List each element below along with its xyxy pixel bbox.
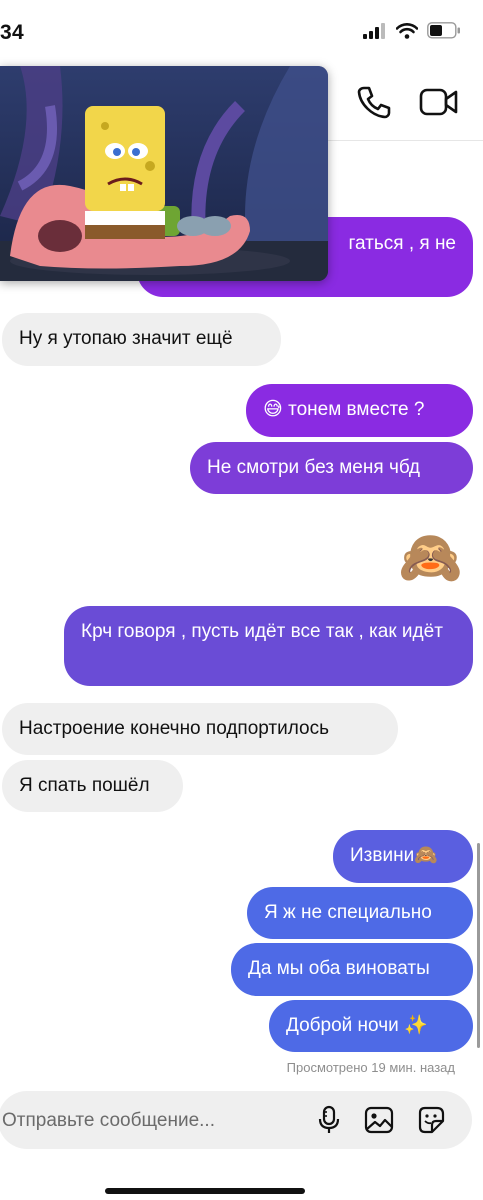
signal-icon [363, 22, 385, 39]
message-out[interactable]: 😅 тонем вместе ? [246, 384, 473, 437]
see-no-evil-monkey-icon: 🙈 [398, 529, 463, 587]
message-input[interactable] [0, 1091, 304, 1151]
status-bar: 34 [0, 0, 483, 62]
battery-icon [427, 22, 460, 39]
message-text: Извини🙈 [350, 845, 438, 866]
wifi-icon [396, 22, 418, 39]
message-out[interactable]: Я ж не специально [247, 887, 473, 939]
message-text: Доброй ночи ✨ [286, 1015, 428, 1036]
message-text: Ну я утопаю значит ещё [19, 328, 233, 349]
sticker-icon[interactable] [416, 1105, 446, 1135]
image-icon[interactable] [364, 1105, 394, 1135]
scrollbar[interactable] [477, 843, 480, 1048]
message-out[interactable]: Извини🙈 [333, 830, 473, 883]
message-text: гаться , я не [348, 233, 456, 254]
message-out[interactable]: Не смотри без меня чбд [190, 442, 473, 494]
message-text: Настроение конечно подпортилось [19, 718, 330, 739]
message-in[interactable]: Ну я утопаю значит ещё [2, 313, 281, 366]
microphone-icon[interactable] [314, 1105, 344, 1135]
status-time: 34 [0, 21, 24, 44]
message-text: Я ж не специально [264, 902, 432, 923]
seen-status: Просмотрено 19 мин. назад [286, 1060, 455, 1075]
message-text: Да мы оба виноваты [248, 958, 430, 979]
message-in[interactable]: Я спать пошёл [2, 760, 183, 812]
message-text: Я спать пошёл [19, 775, 150, 796]
message-out[interactable]: Крч говоря , пусть идёт все так , как ид… [64, 606, 473, 686]
message-text: Крч говоря , пусть идёт все так , как ид… [81, 621, 443, 642]
cartoon-scene-image [0, 66, 328, 281]
message-composer [0, 1091, 472, 1151]
message-text: 😅 тонем вместе ? [263, 399, 425, 420]
message-in[interactable]: Настроение конечно подпортилось [2, 703, 398, 755]
phone-icon[interactable] [356, 84, 392, 120]
message-text: Не смотри без меня чбд [207, 457, 420, 478]
video-thumbnail[interactable] [0, 66, 328, 281]
video-camera-icon[interactable] [419, 86, 459, 118]
home-indicator[interactable] [105, 1188, 305, 1194]
emoji-message[interactable]: 🙈 [398, 527, 463, 589]
message-out[interactable]: Да мы оба виноваты [231, 943, 473, 996]
message-out[interactable]: Доброй ночи ✨ [269, 1000, 473, 1052]
status-icons [363, 22, 461, 39]
